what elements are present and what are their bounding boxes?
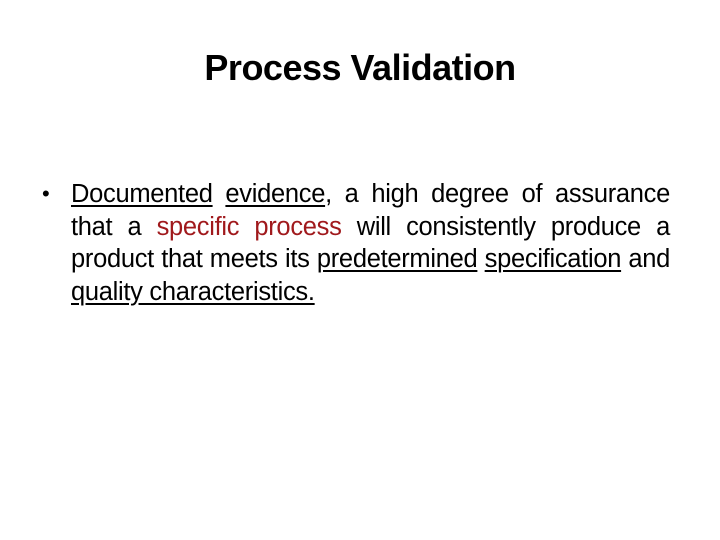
highlight-specific-process: specific process <box>156 212 342 241</box>
bullet-dot-icon: • <box>42 181 50 206</box>
bullet-item: • Documented evidence, a high degree of … <box>42 178 670 308</box>
text-segment <box>477 245 484 273</box>
bullet-list: • Documented evidence, a high degree of … <box>42 178 670 308</box>
term-quality-characteristics: quality characteristics. <box>71 277 315 306</box>
slide-title: Process Validation <box>204 47 516 88</box>
text-segment: and <box>621 245 670 273</box>
term-documented: Documented <box>71 180 213 208</box>
text-segment <box>213 180 226 208</box>
term-predetermined: predetermined <box>316 245 478 273</box>
term-evidence: evidence <box>225 180 326 208</box>
term-specification: specification <box>484 245 622 273</box>
